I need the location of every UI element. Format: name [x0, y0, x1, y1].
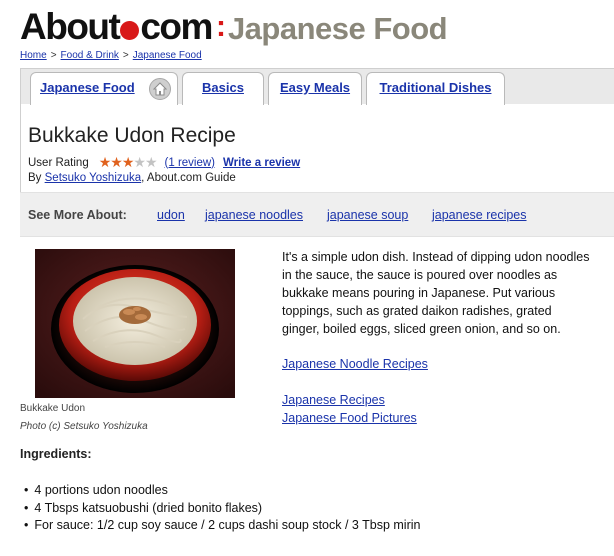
ingredients-list: 4 portions udon noodles 4 Tbsps katsuobu…	[24, 482, 420, 535]
related-link-noodle-recipes[interactable]: Japanese Noodle Recipes	[282, 357, 428, 371]
tab-easy-meals[interactable]: Easy Meals	[268, 72, 362, 105]
breadcrumb-home[interactable]: Home	[20, 50, 47, 61]
topic-link-japanese-noodles[interactable]: japanese noodles	[205, 208, 303, 222]
ingredient-item: 4 portions udon noodles	[24, 482, 420, 500]
home-icon[interactable]	[149, 78, 171, 100]
ingredient-item: For sauce: 1/2 cup soy sauce / 2 cups da…	[24, 517, 420, 535]
tab-label: Easy Meals	[279, 80, 351, 95]
recipe-photo[interactable]	[35, 249, 235, 398]
author-link[interactable]: Setsuko Yoshizuka	[45, 172, 142, 184]
star-empty-icon[interactable]: ★	[145, 154, 158, 171]
tab-japanese-food[interactable]: Japanese Food	[30, 72, 178, 105]
byline-prefix: By	[28, 172, 42, 184]
tab-label: Basics	[202, 80, 244, 95]
breadcrumb: Home > Food & Drink > Japanese Food	[20, 50, 202, 61]
site-logo[interactable]: About com: Japanese Food	[20, 6, 448, 47]
breadcrumb-japanese-food[interactable]: Japanese Food	[133, 50, 202, 61]
tab-bar: Japanese Food Basics Easy Meals Traditio…	[20, 68, 614, 105]
review-count-link[interactable]: (1 review)	[165, 157, 215, 169]
tab-label: Japanese Food	[40, 80, 135, 95]
photo-credit: Photo (c) Setsuko Yoshizuka	[20, 421, 148, 432]
photo-caption: Bukkake Udon	[20, 403, 86, 414]
logo-about-text: About	[20, 6, 121, 47]
breadcrumb-separator: >	[122, 50, 129, 61]
breadcrumb-separator: >	[50, 50, 57, 61]
star-filled-icon[interactable]: ★	[122, 154, 135, 171]
write-review-link[interactable]: Write a review	[223, 157, 300, 169]
breadcrumb-food-drink[interactable]: Food & Drink	[61, 50, 119, 61]
tab-traditional-dishes[interactable]: Traditional Dishes	[366, 72, 505, 105]
section-title[interactable]: Japanese Food	[228, 11, 448, 47]
logo-colon: :	[215, 10, 226, 43]
logo-com-text: com	[140, 6, 213, 47]
rating-stars[interactable]: ★ ★ ★ ★ ★	[99, 154, 158, 171]
see-more-label: See More About:	[28, 208, 127, 222]
byline-suffix: , About.com Guide	[141, 172, 236, 184]
recipe-intro: It's a simple udon dish. Instead of dipp…	[282, 250, 590, 336]
logo-red-dot	[120, 21, 140, 40]
tab-label: Traditional Dishes	[379, 80, 492, 95]
related-link-japanese-recipes[interactable]: Japanese Recipes	[282, 393, 385, 407]
topic-link-japanese-recipes[interactable]: japanese recipes	[432, 208, 527, 222]
star-filled-icon[interactable]: ★	[110, 154, 123, 171]
related-link-food-pictures[interactable]: Japanese Food Pictures	[282, 411, 417, 425]
ingredient-item: 4 Tbsps katsuobushi (dried bonito flakes…	[24, 500, 420, 518]
see-more-bar: See More About: udon japanese noodles ja…	[20, 192, 614, 237]
ingredients-heading: Ingredients:	[20, 447, 92, 461]
star-empty-icon[interactable]: ★	[133, 154, 146, 171]
user-rating: User Rating ★ ★ ★ ★ ★ (1 review) Write a rev…	[28, 154, 300, 171]
topic-link-udon[interactable]: udon	[157, 208, 185, 222]
star-filled-icon[interactable]: ★	[99, 154, 112, 171]
tab-basics[interactable]: Basics	[182, 72, 264, 105]
page-title: Bukkake Udon Recipe	[28, 124, 236, 147]
byline: By Setsuko Yoshizuka, About.com Guide	[28, 172, 236, 184]
rating-label: User Rating	[28, 156, 89, 169]
topic-link-japanese-soup[interactable]: japanese soup	[327, 208, 408, 222]
